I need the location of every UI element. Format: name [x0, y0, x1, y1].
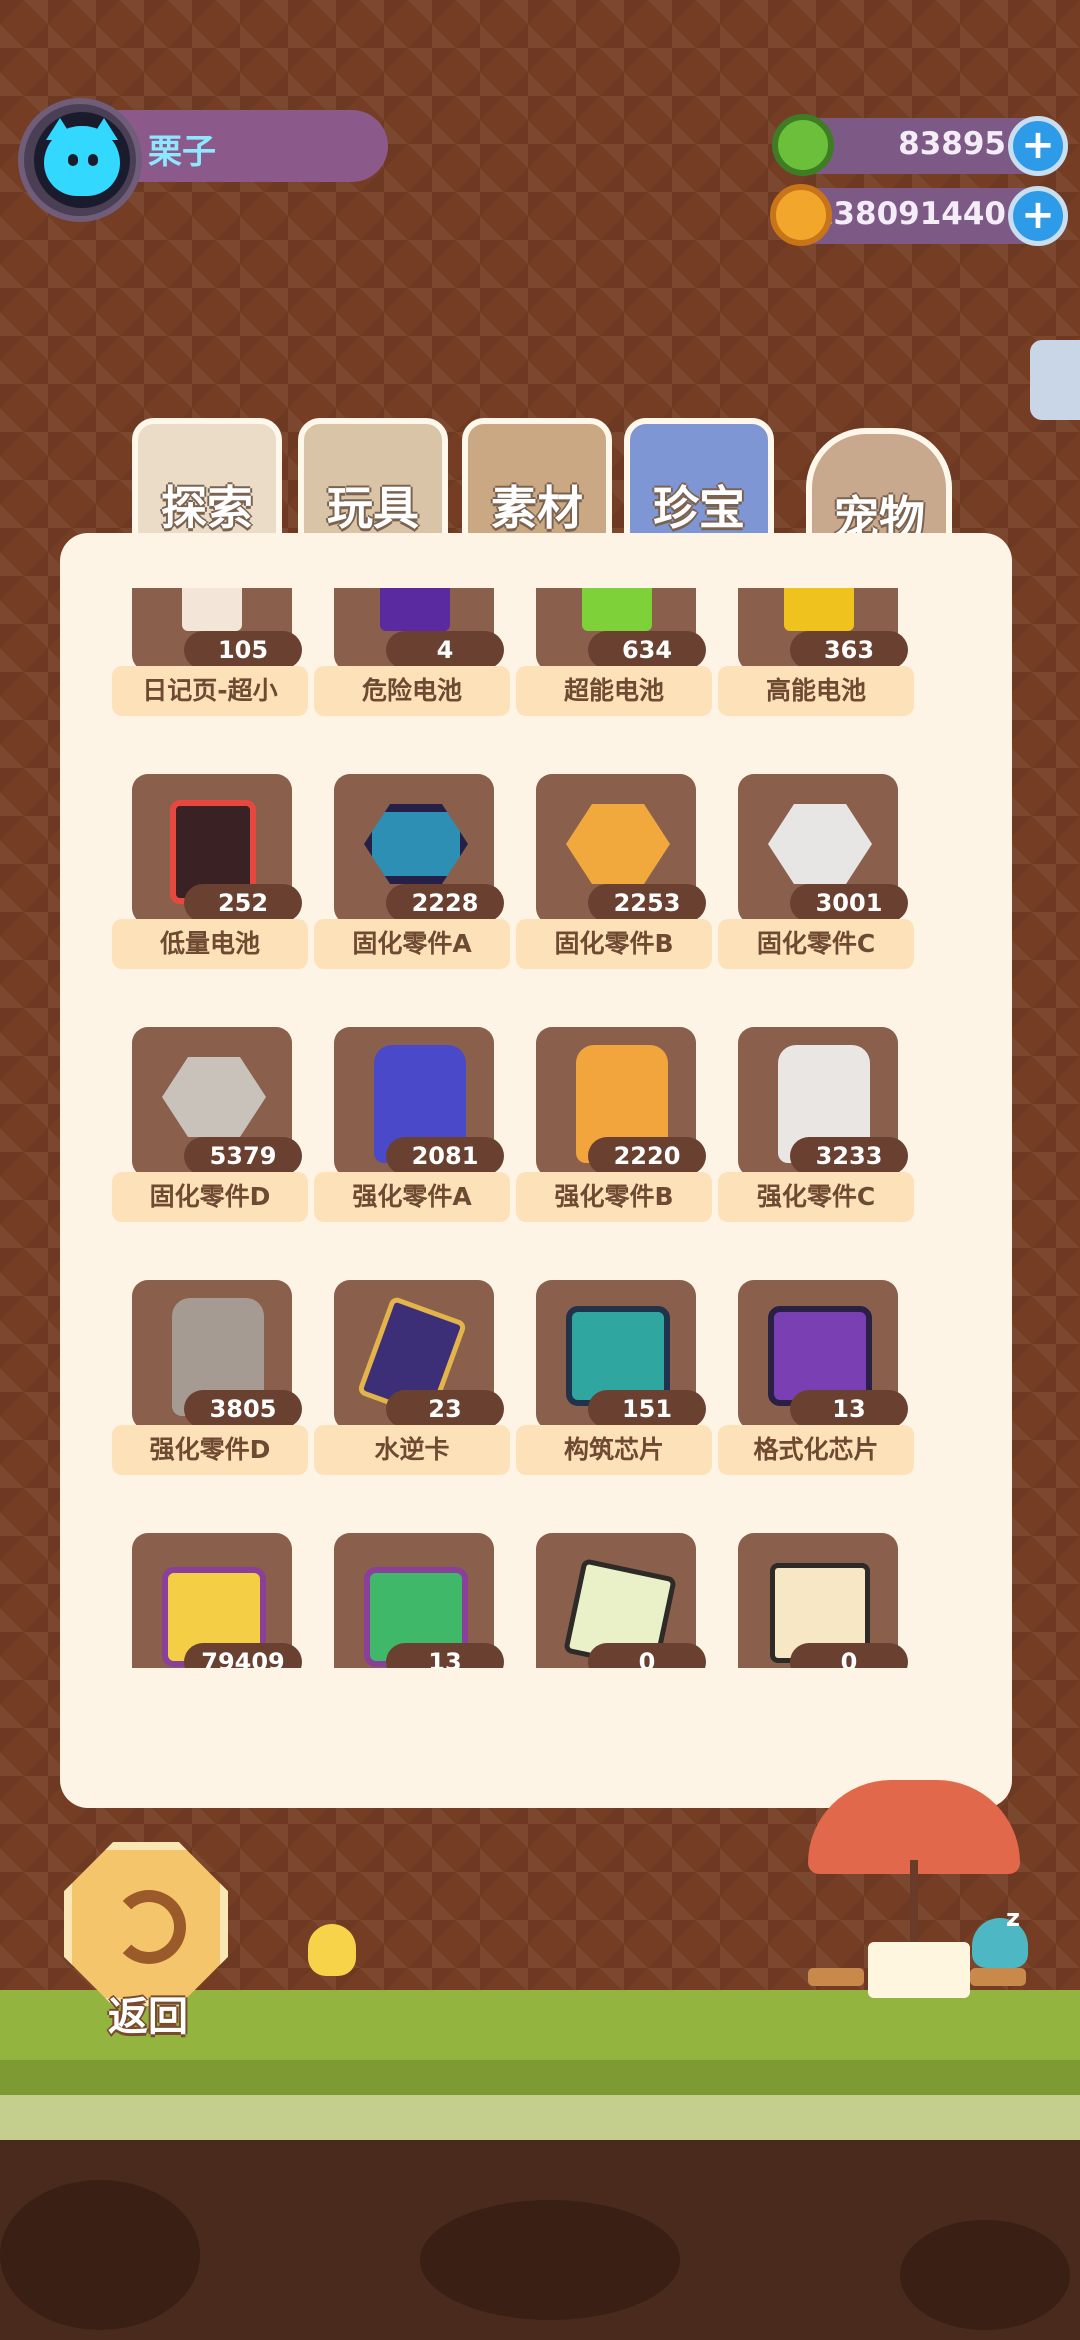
inventory-item[interactable]: 2220 强化零件B: [516, 1027, 718, 1222]
inventory-item[interactable]: 79409: [112, 1533, 314, 1668]
item-count: 3001: [790, 884, 908, 922]
bench-icon: [808, 1968, 864, 1986]
item-label: 固化零件A: [314, 919, 510, 969]
profile-name: 栗子: [148, 132, 216, 172]
item-label: 格式化芯片: [718, 1425, 914, 1475]
planet-coin-icon: [770, 184, 832, 246]
item-label: 水逆卡: [314, 1425, 510, 1475]
inventory-grid[interactable]: 105 日记页-超小 4 危险电池 634 超能电池 363 高能电池 252 …: [60, 588, 1012, 1668]
item-count: 2220: [588, 1137, 706, 1175]
danger-battery-icon: [380, 588, 450, 631]
dirt-hole: [0, 2180, 200, 2330]
tab-explore[interactable]: 探索: [132, 418, 282, 542]
item-count: 2228: [386, 884, 504, 922]
avatar[interactable]: [34, 112, 130, 208]
item-count: 79409: [184, 1643, 302, 1668]
add-coins-button[interactable]: +: [1008, 116, 1068, 176]
item-count: 252: [184, 884, 302, 922]
inventory-item[interactable]: 13: [314, 1533, 516, 1668]
inventory-item[interactable]: 634 超能电池: [516, 588, 718, 716]
item-count: 363: [790, 631, 908, 669]
item-label: 强化零件D: [112, 1425, 308, 1475]
inventory-item[interactable]: 5379 固化零件D: [112, 1027, 314, 1222]
inventory-item[interactable]: 151 构筑芯片: [516, 1280, 718, 1475]
scissors-icon[interactable]: [1030, 340, 1080, 420]
tab-explore-label: 探索: [161, 481, 253, 535]
planet-amount: 138091440: [811, 196, 1006, 232]
inventory-item[interactable]: 3233 强化零件C: [718, 1027, 920, 1222]
tab-toys-label: 玩具: [327, 481, 419, 535]
inventory-item[interactable]: 2081 强化零件A: [314, 1027, 516, 1222]
inventory-item[interactable]: 0: [516, 1533, 718, 1668]
inventory-item[interactable]: 363 高能电池: [718, 588, 920, 716]
tab-treasure-label: 珍宝: [653, 481, 745, 535]
item-count: 634: [588, 631, 706, 669]
coin-amount: 83895: [898, 126, 1006, 162]
diary-page-icon: [182, 588, 242, 631]
item-label: 固化零件B: [516, 919, 712, 969]
grass-light-strip: [0, 2095, 1080, 2145]
return-arrow-icon: [112, 1890, 186, 1964]
item-count: 2081: [386, 1137, 504, 1175]
item-count: 2253: [588, 884, 706, 922]
tab-treasure[interactable]: 珍宝: [624, 418, 774, 542]
avatar-eye: [68, 154, 78, 166]
high-battery-icon: [784, 588, 854, 631]
sleep-z-icon: z: [1006, 1904, 1020, 1932]
item-label: 日记页-超小: [112, 666, 308, 716]
item-count: 151: [588, 1390, 706, 1428]
item-count: 0: [588, 1643, 706, 1668]
item-label: 构筑芯片: [516, 1425, 712, 1475]
inventory-item[interactable]: 105 日记页-超小: [112, 588, 314, 716]
tab-materials[interactable]: 素材: [462, 418, 612, 542]
inventory-item[interactable]: 4 危险电池: [314, 588, 516, 716]
item-count: 5379: [184, 1137, 302, 1175]
item-label: 固化零件C: [718, 919, 914, 969]
item-count: 105: [184, 631, 302, 669]
item-label: 危险电池: [314, 666, 510, 716]
inventory-item[interactable]: 13 格式化芯片: [718, 1280, 920, 1475]
item-count: 0: [790, 1643, 908, 1668]
super-battery-icon: [582, 588, 652, 631]
item-count: 3805: [184, 1390, 302, 1428]
inventory-item[interactable]: 3001 固化零件C: [718, 774, 920, 969]
bench-icon: [970, 1968, 1026, 1986]
item-count: 4: [386, 631, 504, 669]
inventory-item[interactable]: 3805 强化零件D: [112, 1280, 314, 1475]
inventory-item[interactable]: 2228 固化零件A: [314, 774, 516, 969]
item-count: 23: [386, 1390, 504, 1428]
back-label: 返回: [108, 1994, 188, 2040]
cat-face-icon: [44, 126, 120, 196]
item-label: 强化零件A: [314, 1172, 510, 1222]
tab-toys[interactable]: 玩具: [298, 418, 448, 542]
item-label: 强化零件B: [516, 1172, 712, 1222]
grass-band: [0, 2060, 1080, 2100]
chick-icon: [308, 1924, 356, 1976]
item-count: 3233: [790, 1137, 908, 1175]
green-coin-icon: [772, 114, 834, 176]
table-icon: [868, 1942, 970, 1998]
inventory-panel: 105 日记页-超小 4 危险电池 634 超能电池 363 高能电池 252 …: [60, 533, 1012, 1808]
tab-materials-label: 素材: [491, 481, 583, 535]
item-label: 固化零件D: [112, 1172, 308, 1222]
dirt-hole: [420, 2200, 680, 2320]
add-planets-button[interactable]: +: [1008, 186, 1068, 246]
item-label: 高能电池: [718, 666, 914, 716]
item-count: 13: [790, 1390, 908, 1428]
item-label: 低量电池: [112, 919, 308, 969]
item-label: 超能电池: [516, 666, 712, 716]
avatar-eye: [88, 154, 98, 166]
inventory-item[interactable]: 2253 固化零件B: [516, 774, 718, 969]
inventory-item[interactable]: 23 水逆卡: [314, 1280, 516, 1475]
inventory-item[interactable]: 252 低量电池: [112, 774, 314, 969]
dirt-hole: [900, 2220, 1070, 2330]
item-count: 13: [386, 1643, 504, 1668]
item-label: 强化零件C: [718, 1172, 914, 1222]
inventory-item[interactable]: 0: [718, 1533, 920, 1668]
